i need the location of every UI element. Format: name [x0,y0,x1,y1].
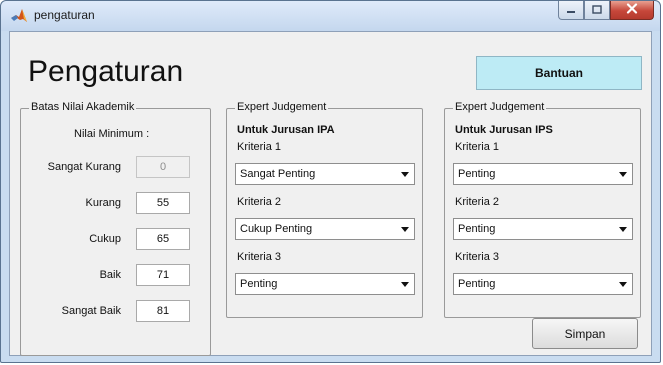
academic-limits-panel: Batas Nilai Akademik Nilai Minimum : San… [20,101,211,356]
panel-legend: Batas Nilai Akademik [29,101,137,113]
limit-input-sangat-baik[interactable]: 81 [136,300,190,322]
criterion-label: Kriteria 1 [455,141,500,153]
selected-value: Penting [458,168,496,180]
minimize-icon [566,1,576,19]
page-title: Pengaturan [28,55,184,88]
minimum-value-caption: Nilai Minimum : [74,128,150,140]
criterion-label: Kriteria 2 [455,196,500,208]
ipa-heading: Untuk Jurusan IPA [237,124,335,136]
chevron-down-icon[interactable] [397,220,413,238]
criterion-label: Kriteria 3 [237,251,282,263]
selected-value: Penting [240,278,278,290]
limit-input-baik[interactable]: 71 [136,264,190,286]
application-window: pengaturan Pengaturan Bantuan Batas Nila… [0,0,661,363]
limit-input-cukup[interactable]: 65 [136,228,190,250]
chevron-down-icon[interactable] [397,275,413,293]
minimize-button[interactable] [558,1,584,20]
limit-label: Baik [99,269,121,281]
criterion-label: Kriteria 1 [237,141,282,153]
chevron-down-icon[interactable] [615,165,631,183]
selected-value: Penting [458,278,496,290]
ipa-criterion-2-select[interactable]: Cukup Penting [235,218,415,240]
ipa-judgement-panel: Expert Judgement Untuk Jurusan IPA Krite… [226,101,423,318]
window-title: pengaturan [34,8,95,22]
selected-value: Penting [458,223,496,235]
matlab-logo-icon [10,7,28,25]
ips-criterion-3-select[interactable]: Penting [453,273,633,295]
maximize-button[interactable] [584,1,610,20]
ips-criterion-2-select[interactable]: Penting [453,218,633,240]
ipa-criterion-3-select[interactable]: Penting [235,273,415,295]
ipa-criterion-1-select[interactable]: Sangat Penting [235,163,415,185]
chevron-down-icon[interactable] [397,165,413,183]
chevron-down-icon[interactable] [615,275,631,293]
criterion-label: Kriteria 3 [455,251,500,263]
limit-label: Kurang [85,197,121,209]
limit-label: Sangat Kurang [47,161,121,173]
selected-value: Cukup Penting [240,223,313,235]
close-button[interactable] [610,1,654,20]
save-button[interactable]: Simpan [532,318,638,349]
chevron-down-icon[interactable] [615,220,631,238]
window-controls [558,1,654,21]
title-bar[interactable]: pengaturan [1,1,660,31]
limit-input-kurang[interactable]: 55 [136,192,190,214]
limit-label: Sangat Baik [61,305,121,317]
close-icon [626,1,638,19]
help-button[interactable]: Bantuan [476,56,642,90]
form-client-area: Pengaturan Bantuan Batas Nilai Akademik … [9,31,652,356]
ips-criterion-1-select[interactable]: Penting [453,163,633,185]
limit-input-sangat-kurang[interactable]: 0 [136,156,190,178]
ips-judgement-panel: Expert Judgement Untuk Jurusan IPS Krite… [444,101,641,318]
selected-value: Sangat Penting [240,168,316,180]
panel-legend: Expert Judgement [453,101,547,113]
panel-legend: Expert Judgement [235,101,329,113]
ips-heading: Untuk Jurusan IPS [455,124,553,136]
limit-label: Cukup [89,233,121,245]
criterion-label: Kriteria 2 [237,196,282,208]
maximize-icon [592,1,602,19]
